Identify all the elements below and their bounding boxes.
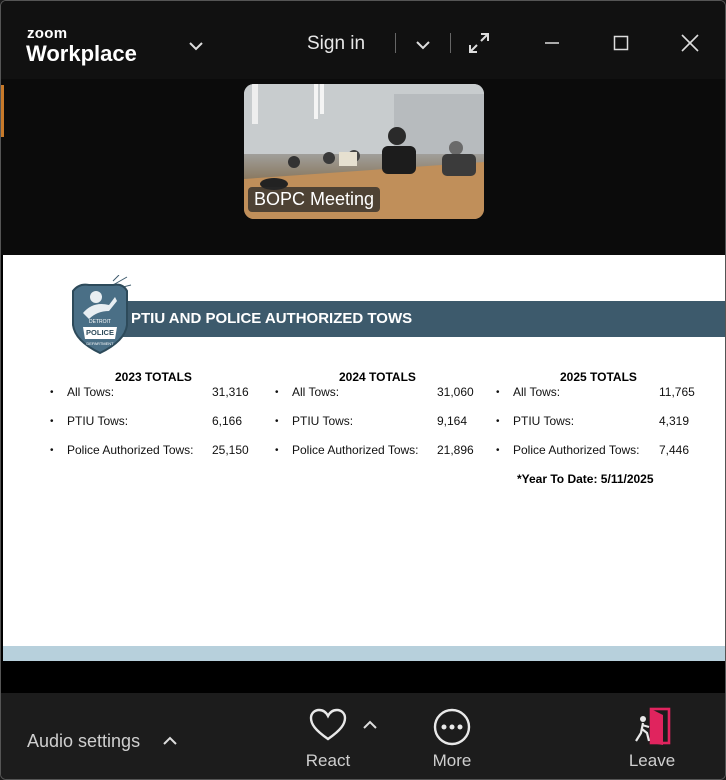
meeting-toolbar: Audio settings React More Leave: [1, 693, 725, 779]
row-value: 4,319: [659, 414, 690, 428]
brand-small: zoom: [27, 25, 68, 42]
row-label: All Tows:: [513, 385, 561, 399]
row-value: 11,765: [659, 385, 695, 399]
leave-door-icon[interactable]: [633, 707, 673, 747]
row-value: 31,316: [212, 385, 249, 399]
maximize-icon[interactable]: [612, 34, 630, 52]
account-chevron-icon[interactable]: [413, 36, 433, 54]
row-label: PTIU Tows:: [292, 414, 354, 428]
year-to-date-footnote: *Year To Date: 5/11/2025: [517, 472, 654, 486]
leave-button[interactable]: Leave: [621, 751, 683, 771]
close-icon[interactable]: [680, 33, 700, 53]
bullet: •: [496, 445, 500, 456]
row-label: PTIU Tows:: [513, 414, 575, 428]
badge-department-text: DEPARTMENT: [86, 341, 114, 346]
sign-in-button[interactable]: Sign in: [307, 33, 365, 55]
row-value: 9,164: [437, 414, 468, 428]
bullet: •: [275, 387, 279, 398]
react-caret-up-icon[interactable]: [361, 717, 379, 733]
edge-accent: [1, 85, 4, 137]
react-button[interactable]: React: [297, 751, 359, 771]
more-button[interactable]: More: [421, 751, 483, 771]
row-value: 7,446: [659, 443, 690, 457]
bullet: •: [50, 416, 54, 427]
divider: [395, 33, 396, 53]
divider: [450, 33, 451, 53]
row-label: All Tows:: [67, 385, 115, 399]
row-value: 21,896: [437, 443, 474, 457]
slide-bottom-stripe: [3, 646, 725, 661]
bullet: •: [50, 387, 54, 398]
bullet: •: [50, 445, 54, 456]
shared-screen-slide: PTIU AND POLICE AUTHORIZED TOWS DETROIT …: [3, 255, 725, 646]
row-label: Police Authorized Tows:: [513, 443, 640, 457]
row-label: PTIU Tows:: [67, 414, 129, 428]
heart-icon[interactable]: [308, 707, 348, 743]
badge-police-text: POLICE: [86, 328, 114, 337]
share-gap: [1, 661, 725, 693]
column-heading-2023: 2023 TOTALS: [115, 370, 192, 384]
row-label: All Tows:: [292, 385, 340, 399]
bullet: •: [275, 445, 279, 456]
badge-city-text: DETROIT: [89, 319, 111, 325]
brand-large: Workplace: [26, 41, 137, 66]
participant-name-label: BOPC Meeting: [248, 187, 381, 212]
row-value: 31,060: [437, 385, 474, 399]
column-heading-2024: 2024 TOTALS: [339, 370, 416, 384]
app-menu-chevron-icon[interactable]: [187, 37, 205, 55]
row-label: Police Authorized Tows:: [67, 443, 194, 457]
row-value: 6,166: [212, 414, 243, 428]
audio-settings-button[interactable]: Audio settings: [27, 731, 140, 752]
minimize-icon[interactable]: [543, 33, 561, 51]
bullet: •: [496, 416, 500, 427]
row-value: 25,150: [212, 443, 249, 457]
audio-caret-up-icon[interactable]: [161, 733, 179, 749]
bullet: •: [496, 387, 500, 398]
column-heading-2025: 2025 TOTALS: [560, 370, 637, 384]
slide-title: PTIU AND POLICE AUTHORIZED TOWS: [131, 310, 413, 327]
row-label: Police Authorized Tows:: [292, 443, 419, 457]
bullet: •: [275, 416, 279, 427]
zoom-window: zoom Workplace Sign in BOPC Meeting PTIU…: [0, 0, 726, 780]
police-badge-logo: DETROIT POLICE DEPARTMENT: [69, 274, 133, 360]
more-icon[interactable]: [432, 707, 472, 747]
title-bar: zoom Workplace Sign in: [1, 1, 725, 79]
fullscreen-icon[interactable]: [467, 31, 491, 55]
